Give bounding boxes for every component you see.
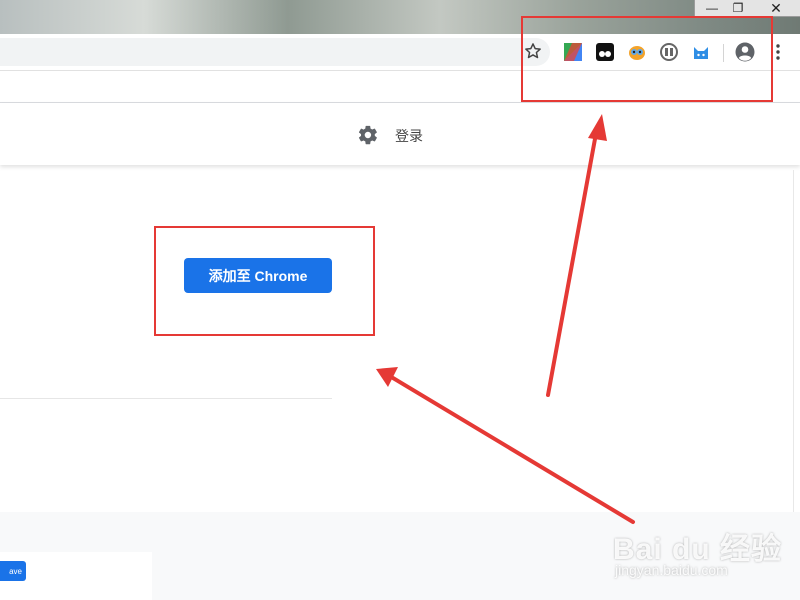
close-button[interactable]: ✕ [761, 0, 791, 16]
watermark-url: jingyan.baidu.com [615, 562, 728, 578]
arrow-to-button [391, 376, 635, 524]
arrow-to-toolbar [546, 126, 599, 397]
login-link[interactable]: 登录 [395, 126, 423, 146]
button-highlight-box [154, 226, 375, 336]
content-divider [0, 398, 332, 399]
save-button[interactable]: ave [0, 561, 26, 581]
baidu-watermark: Bai du 经验 jingyan.baidu.com [613, 514, 783, 592]
kebab-menu-icon[interactable] [775, 43, 781, 61]
arrowhead-button [376, 367, 398, 387]
address-bar[interactable] [0, 38, 550, 66]
gear-icon[interactable] [357, 124, 379, 146]
window-controls: — ❐ ✕ [694, 0, 800, 17]
restore-button[interactable]: ❐ [723, 0, 753, 16]
toolbar-highlight-box [521, 16, 773, 102]
